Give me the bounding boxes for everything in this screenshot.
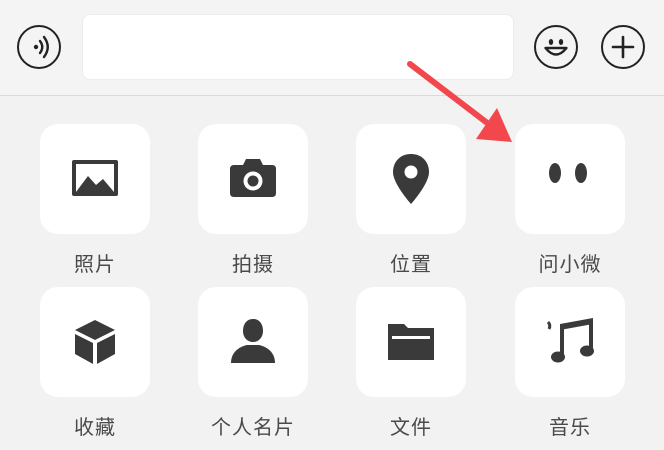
xiaowei-label: 问小微: [538, 252, 602, 276]
file-tile[interactable]: [356, 287, 466, 397]
voice-input-icon: [33, 35, 49, 59]
xiaowei-tile[interactable]: [515, 124, 625, 234]
file-label: 文件: [390, 415, 432, 439]
person-card-icon: [231, 319, 275, 363]
photo-label: 照片: [74, 252, 116, 276]
camera-label: 拍摄: [232, 252, 274, 276]
image-icon: [72, 160, 118, 196]
camera-icon: [230, 159, 276, 197]
chat-input-bar: [0, 0, 664, 96]
message-input[interactable]: [82, 14, 514, 80]
location-label: 位置: [390, 252, 432, 276]
xiaowei-eyes-icon: [549, 163, 587, 183]
location-tile[interactable]: [356, 124, 466, 234]
favorites-label: 收藏: [74, 415, 116, 439]
voice-input-button[interactable]: [17, 25, 61, 69]
plus-icon: [611, 35, 635, 59]
cube-icon: [75, 320, 115, 364]
favorites-tile[interactable]: [40, 287, 150, 397]
music-note-icon: [546, 318, 594, 363]
music-label: 音乐: [549, 415, 591, 439]
location-pin-icon: [393, 154, 429, 204]
photo-tile[interactable]: [40, 124, 150, 234]
more-functions-button[interactable]: [601, 25, 645, 69]
camera-tile[interactable]: [198, 124, 308, 234]
contact-card-tile[interactable]: [198, 287, 308, 397]
emoji-button[interactable]: [534, 25, 578, 69]
contact-card-label: 个人名片: [211, 415, 295, 439]
emoji-icon: [544, 39, 568, 56]
music-tile[interactable]: [515, 287, 625, 397]
folder-icon: [388, 324, 434, 360]
